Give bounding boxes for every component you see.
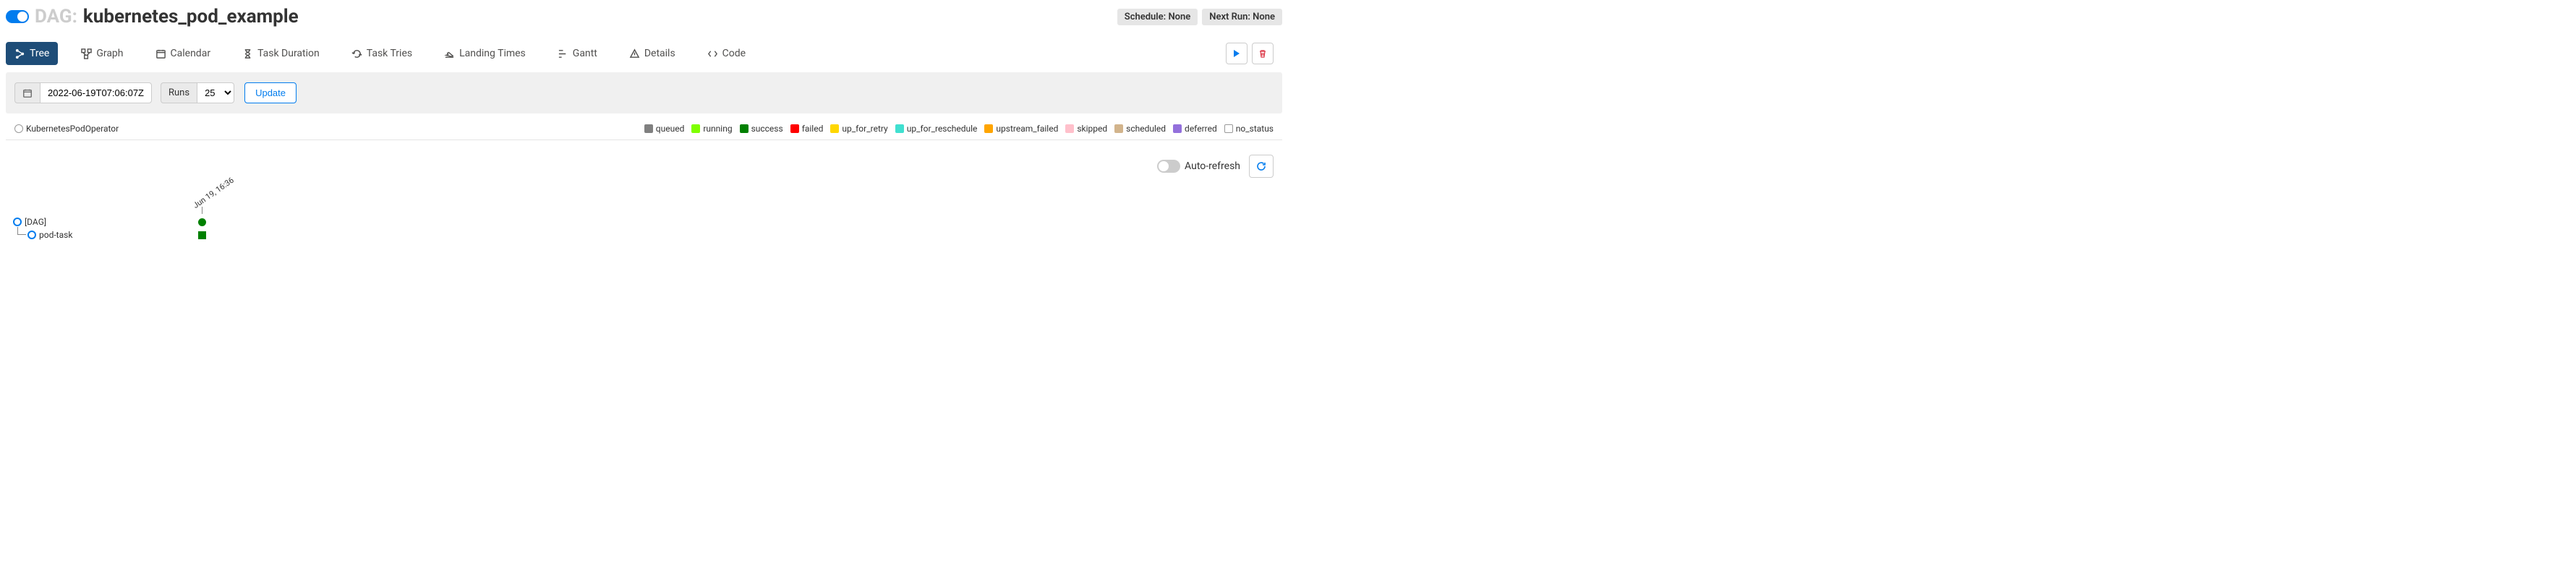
status-up-for-reschedule[interactable]: up_for_reschedule (895, 124, 978, 134)
status-color-swatch (1224, 124, 1233, 133)
details-icon (629, 48, 640, 59)
calendar-icon (155, 48, 166, 59)
tree-node-circle-icon (27, 231, 36, 239)
tab-task-duration[interactable]: Task Duration (234, 42, 328, 65)
calendar-icon (22, 88, 33, 98)
update-button[interactable]: Update (244, 82, 297, 103)
next-run-badge[interactable]: Next Run: None (1202, 9, 1282, 25)
num-runs-select[interactable]: 25 (197, 82, 234, 103)
status-failed[interactable]: failed (790, 124, 824, 134)
task-instance-indicator[interactable] (198, 231, 206, 239)
tab-gantt-label: Gantt (573, 48, 597, 59)
tree-node-task[interactable]: pod-task (27, 230, 72, 240)
status-upstream-failed[interactable]: upstream_failed (984, 124, 1058, 134)
tabs: Tree Graph Calendar Task Duration Task T… (6, 42, 754, 65)
controls-row: Auto-refresh (0, 146, 1288, 178)
tree-connector-h (17, 234, 26, 235)
run-timestamp-label: Jun 19, 16:36 (192, 176, 236, 210)
status-legend: queued running success failed up_for_ret… (644, 124, 1274, 134)
tree-connector-v (17, 227, 18, 234)
tab-details[interactable]: Details (620, 42, 684, 65)
tree-node-dag[interactable]: [DAG] (13, 217, 46, 227)
status-queued[interactable]: queued (644, 124, 685, 134)
status-up-for-retry[interactable]: up_for_retry (830, 124, 887, 134)
tree-node-dag-label: [DAG] (25, 217, 46, 227)
status-color-swatch (1065, 124, 1074, 133)
date-icon-box (14, 82, 40, 103)
tab-calendar-label: Calendar (171, 48, 211, 59)
tab-code-label: Code (722, 48, 746, 59)
status-color-swatch (1114, 124, 1123, 133)
status-color-swatch (984, 124, 993, 133)
schedule-badge[interactable]: Schedule: None (1117, 9, 1198, 25)
base-date-input[interactable] (40, 82, 152, 103)
tab-landing-times-label: Landing Times (459, 48, 526, 59)
runs-label: Runs (161, 82, 197, 103)
tab-calendar[interactable]: Calendar (147, 42, 220, 65)
retry-icon (351, 48, 362, 59)
tab-gantt[interactable]: Gantt (549, 42, 606, 65)
header-badges: Schedule: None Next Run: None (1117, 9, 1282, 25)
status-skipped[interactable]: skipped (1065, 124, 1107, 134)
tab-landing-times[interactable]: Landing Times (435, 42, 534, 65)
tab-code[interactable]: Code (699, 42, 754, 65)
status-color-swatch (790, 124, 799, 133)
tab-graph-label: Graph (96, 48, 123, 59)
date-input-group (14, 82, 152, 103)
operator-circle-icon (14, 124, 23, 133)
status-deferred[interactable]: deferred (1173, 124, 1217, 134)
refresh-button[interactable] (1249, 155, 1274, 178)
status-scheduled[interactable]: scheduled (1114, 124, 1166, 134)
status-running[interactable]: running (691, 124, 732, 134)
legend-row: KubernetesPodOperator queued running suc… (6, 118, 1282, 140)
operator-kpo-label: KubernetesPodOperator (26, 124, 119, 134)
status-no-status[interactable]: no_status (1224, 124, 1274, 134)
dag-pause-toggle[interactable] (6, 10, 29, 23)
hourglass-icon (242, 48, 253, 59)
header-row: DAG: kubernetes_pod_example Schedule: No… (0, 0, 1288, 27)
status-success[interactable]: success (740, 124, 783, 134)
tab-tree-label: Tree (30, 48, 49, 59)
play-icon (1232, 49, 1241, 58)
status-color-swatch (644, 124, 653, 133)
tree-node-circle-icon (13, 218, 22, 226)
delete-dag-button[interactable] (1252, 43, 1274, 64)
dag-name: kubernetes_pod_example (83, 6, 299, 27)
tab-tree[interactable]: Tree (6, 42, 58, 65)
auto-refresh-label: Auto-refresh (1185, 160, 1240, 172)
tab-task-tries[interactable]: Task Tries (343, 42, 421, 65)
code-icon (707, 48, 718, 59)
trigger-dag-button[interactable] (1226, 43, 1248, 64)
operator-kpo[interactable]: KubernetesPodOperator (14, 124, 119, 134)
tree-icon (14, 48, 25, 59)
tab-task-duration-label: Task Duration (257, 48, 320, 59)
status-color-swatch (740, 124, 749, 133)
graph-icon (81, 48, 92, 59)
auto-refresh-toggle[interactable] (1157, 160, 1180, 173)
tree-node-task-label: pod-task (39, 230, 72, 240)
tabs-row: Tree Graph Calendar Task Duration Task T… (0, 32, 1288, 65)
tab-task-tries-label: Task Tries (367, 48, 412, 59)
landing-icon (444, 48, 455, 59)
auto-refresh-group: Auto-refresh (1157, 160, 1240, 173)
dag-run-indicator[interactable] (198, 218, 206, 226)
filter-bar: Runs 25 Update (6, 72, 1282, 113)
trash-icon (1258, 49, 1267, 58)
tab-graph[interactable]: Graph (72, 42, 132, 65)
status-color-swatch (1173, 124, 1182, 133)
dag-label-prefix: DAG: (35, 6, 77, 27)
refresh-icon (1255, 160, 1267, 172)
status-color-swatch (895, 124, 904, 133)
tree-view: Jun 19, 16:36 [DAG] pod-task (10, 182, 1288, 254)
status-color-swatch (691, 124, 700, 133)
gantt-icon (558, 48, 568, 59)
tab-details-label: Details (644, 48, 675, 59)
action-buttons (1226, 43, 1274, 64)
title-group: DAG: kubernetes_pod_example (6, 6, 299, 27)
status-color-swatch (830, 124, 839, 133)
